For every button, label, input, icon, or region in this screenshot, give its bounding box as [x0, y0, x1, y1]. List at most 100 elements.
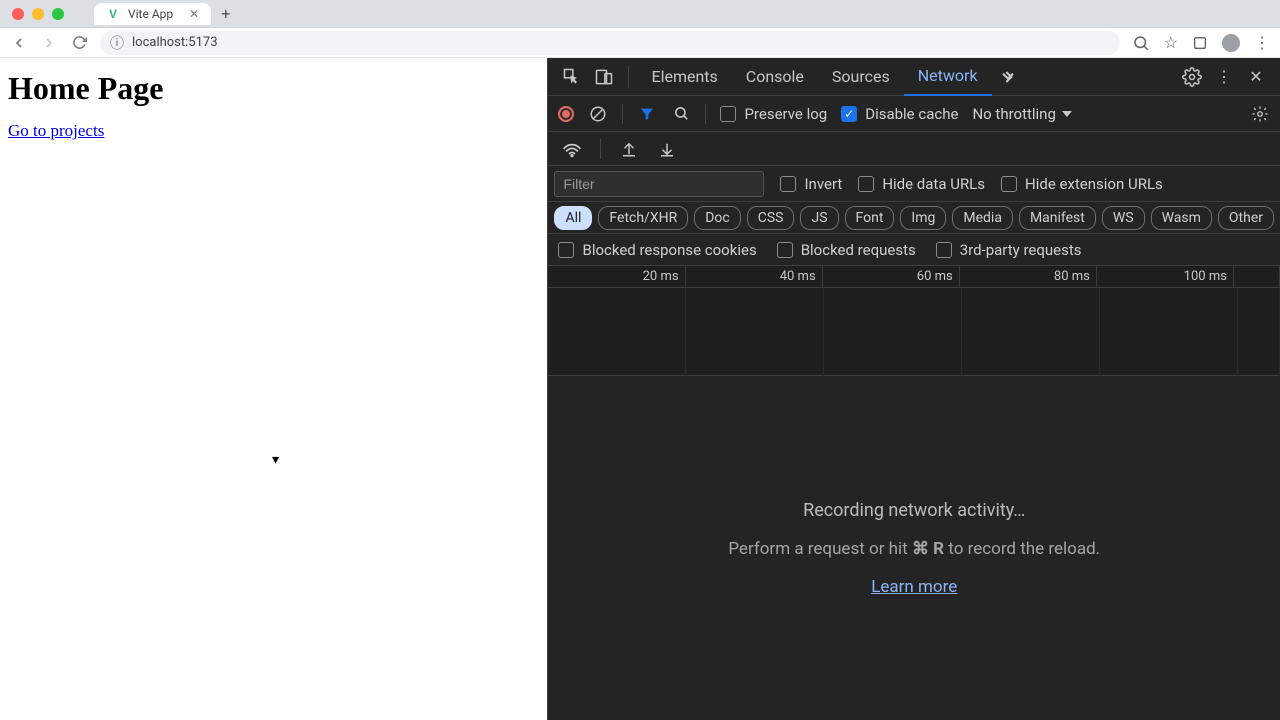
window-controls — [0, 8, 64, 20]
device-toolbar-icon[interactable] — [588, 61, 620, 93]
blocked-cookies-checkbox[interactable] — [558, 242, 574, 258]
timeline-body — [548, 288, 1280, 376]
chip-font[interactable]: Font — [845, 206, 895, 230]
upload-har-icon[interactable] — [619, 139, 639, 159]
hide-data-urls-label: Hide data URLs — [882, 175, 985, 193]
empty-subtitle: Perform a request or hit ⌘ R to record t… — [728, 539, 1100, 559]
hide-ext-urls-label: Hide extension URLs — [1025, 175, 1163, 193]
tab-network[interactable]: Network — [904, 58, 992, 96]
window-minimize-button[interactable] — [32, 8, 44, 20]
disable-cache-toggle[interactable]: ✓ Disable cache — [841, 105, 958, 123]
timeline-ruler: 20 ms 40 ms 60 ms 80 ms 100 ms — [548, 266, 1280, 288]
throttling-value: No throttling — [972, 105, 1055, 123]
new-tab-button[interactable]: + — [221, 4, 230, 23]
chip-media[interactable]: Media — [952, 206, 1013, 230]
tab-console[interactable]: Console — [732, 58, 818, 96]
hide-data-urls-checkbox[interactable] — [858, 176, 874, 192]
divider — [705, 104, 706, 124]
devtools-panel: Elements Console Sources Network ⋮ ✕ — [547, 58, 1280, 720]
go-to-projects-link[interactable]: Go to projects — [8, 121, 104, 140]
third-party-checkbox[interactable] — [936, 242, 952, 258]
devtools-settings-icon[interactable] — [1176, 61, 1208, 93]
profile-avatar[interactable] — [1222, 34, 1240, 52]
mouse-cursor-icon: ▾ — [272, 452, 279, 468]
invert-toggle[interactable]: Invert — [780, 175, 842, 193]
window-close-button[interactable] — [12, 8, 24, 20]
resource-type-chips: All Fetch/XHR Doc CSS JS Font Img Media … — [548, 202, 1280, 234]
third-party-toggle[interactable]: 3rd-party requests — [936, 241, 1082, 259]
timeline-tick: 100 ms — [1097, 266, 1234, 287]
chip-fetch-xhr[interactable]: Fetch/XHR — [598, 206, 688, 230]
hide-data-urls-toggle[interactable]: Hide data URLs — [858, 175, 985, 193]
throttling-dropdown[interactable]: No throttling — [972, 105, 1071, 123]
devtools-tab-bar: Elements Console Sources Network ⋮ ✕ — [548, 58, 1280, 96]
browser-tab-strip: V Vite App ✕ + — [0, 0, 1280, 28]
search-icon[interactable] — [671, 104, 691, 124]
blocked-cookies-label: Blocked response cookies — [582, 241, 756, 259]
web-page: Home Page Go to projects — [0, 58, 547, 720]
browser-menu-icon[interactable]: ⋮ — [1254, 33, 1270, 52]
blocked-requests-toggle[interactable]: Blocked requests — [777, 241, 916, 259]
inspect-element-icon[interactable] — [556, 61, 588, 93]
devtools-close-icon[interactable]: ✕ — [1240, 61, 1272, 93]
chip-all[interactable]: All — [554, 206, 592, 230]
nav-reload-button[interactable] — [70, 34, 88, 52]
network-toolbar: Preserve log ✓ Disable cache No throttli… — [548, 96, 1280, 132]
chip-ws[interactable]: WS — [1102, 206, 1145, 230]
url-text: localhost:5173 — [132, 35, 218, 50]
timeline-tick: 80 ms — [960, 266, 1097, 287]
network-empty-state: Recording network activity… Perform a re… — [548, 376, 1280, 720]
devtools-menu-icon[interactable]: ⋮ — [1208, 61, 1240, 93]
disable-cache-label: Disable cache — [865, 105, 958, 123]
blocked-filters-row: Blocked response cookies Blocked request… — [548, 234, 1280, 266]
chip-js[interactable]: JS — [800, 206, 838, 230]
divider — [628, 66, 629, 88]
timeline-tick: 20 ms — [548, 266, 685, 287]
window-fullscreen-button[interactable] — [52, 8, 64, 20]
filter-input[interactable] — [554, 171, 764, 197]
tab-sources[interactable]: Sources — [818, 58, 904, 96]
preserve-log-toggle[interactable]: Preserve log — [720, 105, 827, 123]
download-har-icon[interactable] — [657, 139, 677, 159]
content-area: Home Page Go to projects Elements Consol… — [0, 58, 1280, 720]
network-filter-row: Invert Hide data URLs Hide extension URL… — [548, 166, 1280, 202]
filter-toggle-icon[interactable] — [637, 104, 657, 124]
site-info-icon[interactable]: ⓘ — [110, 33, 124, 53]
more-tabs-chevron-icon[interactable] — [992, 61, 1024, 93]
tab-close-icon[interactable]: ✕ — [189, 7, 199, 21]
chip-doc[interactable]: Doc — [694, 206, 741, 230]
network-settings-icon[interactable] — [1250, 104, 1270, 124]
chip-other[interactable]: Other — [1218, 206, 1274, 230]
chip-img[interactable]: Img — [900, 206, 946, 230]
zoom-icon[interactable] — [1132, 34, 1150, 52]
chip-wasm[interactable]: Wasm — [1151, 206, 1212, 230]
preserve-log-checkbox[interactable] — [720, 106, 736, 122]
record-button[interactable] — [558, 106, 574, 122]
invert-label: Invert — [804, 175, 842, 193]
page-heading: Home Page — [8, 70, 539, 107]
learn-more-link[interactable]: Learn more — [871, 577, 957, 597]
bookmark-star-icon[interactable]: ☆ — [1164, 33, 1178, 52]
chip-manifest[interactable]: Manifest — [1019, 206, 1096, 230]
nav-forward-button[interactable] — [40, 34, 58, 52]
third-party-label: 3rd-party requests — [960, 241, 1082, 259]
clear-button[interactable] — [588, 104, 608, 124]
tab-title: Vite App — [128, 7, 173, 21]
nav-back-button[interactable] — [10, 34, 28, 52]
network-conditions-icon[interactable] — [562, 139, 582, 159]
blocked-cookies-toggle[interactable]: Blocked response cookies — [558, 241, 756, 259]
blocked-requests-label: Blocked requests — [801, 241, 916, 259]
hide-ext-urls-checkbox[interactable] — [1001, 176, 1017, 192]
address-bar[interactable]: ⓘ localhost:5173 — [100, 31, 1120, 55]
tab-elements[interactable]: Elements — [637, 58, 731, 96]
blocked-requests-checkbox[interactable] — [777, 242, 793, 258]
disable-cache-checkbox[interactable]: ✓ — [841, 106, 857, 122]
timeline-tick: 60 ms — [823, 266, 960, 287]
browser-tab[interactable]: V Vite App ✕ — [94, 3, 211, 25]
hide-ext-urls-toggle[interactable]: Hide extension URLs — [1001, 175, 1163, 193]
extensions-icon[interactable] — [1192, 35, 1208, 51]
invert-checkbox[interactable] — [780, 176, 796, 192]
network-timeline[interactable]: 20 ms 40 ms 60 ms 80 ms 100 ms — [548, 266, 1280, 376]
chip-css[interactable]: CSS — [747, 206, 795, 230]
timeline-tick — [1234, 266, 1280, 287]
